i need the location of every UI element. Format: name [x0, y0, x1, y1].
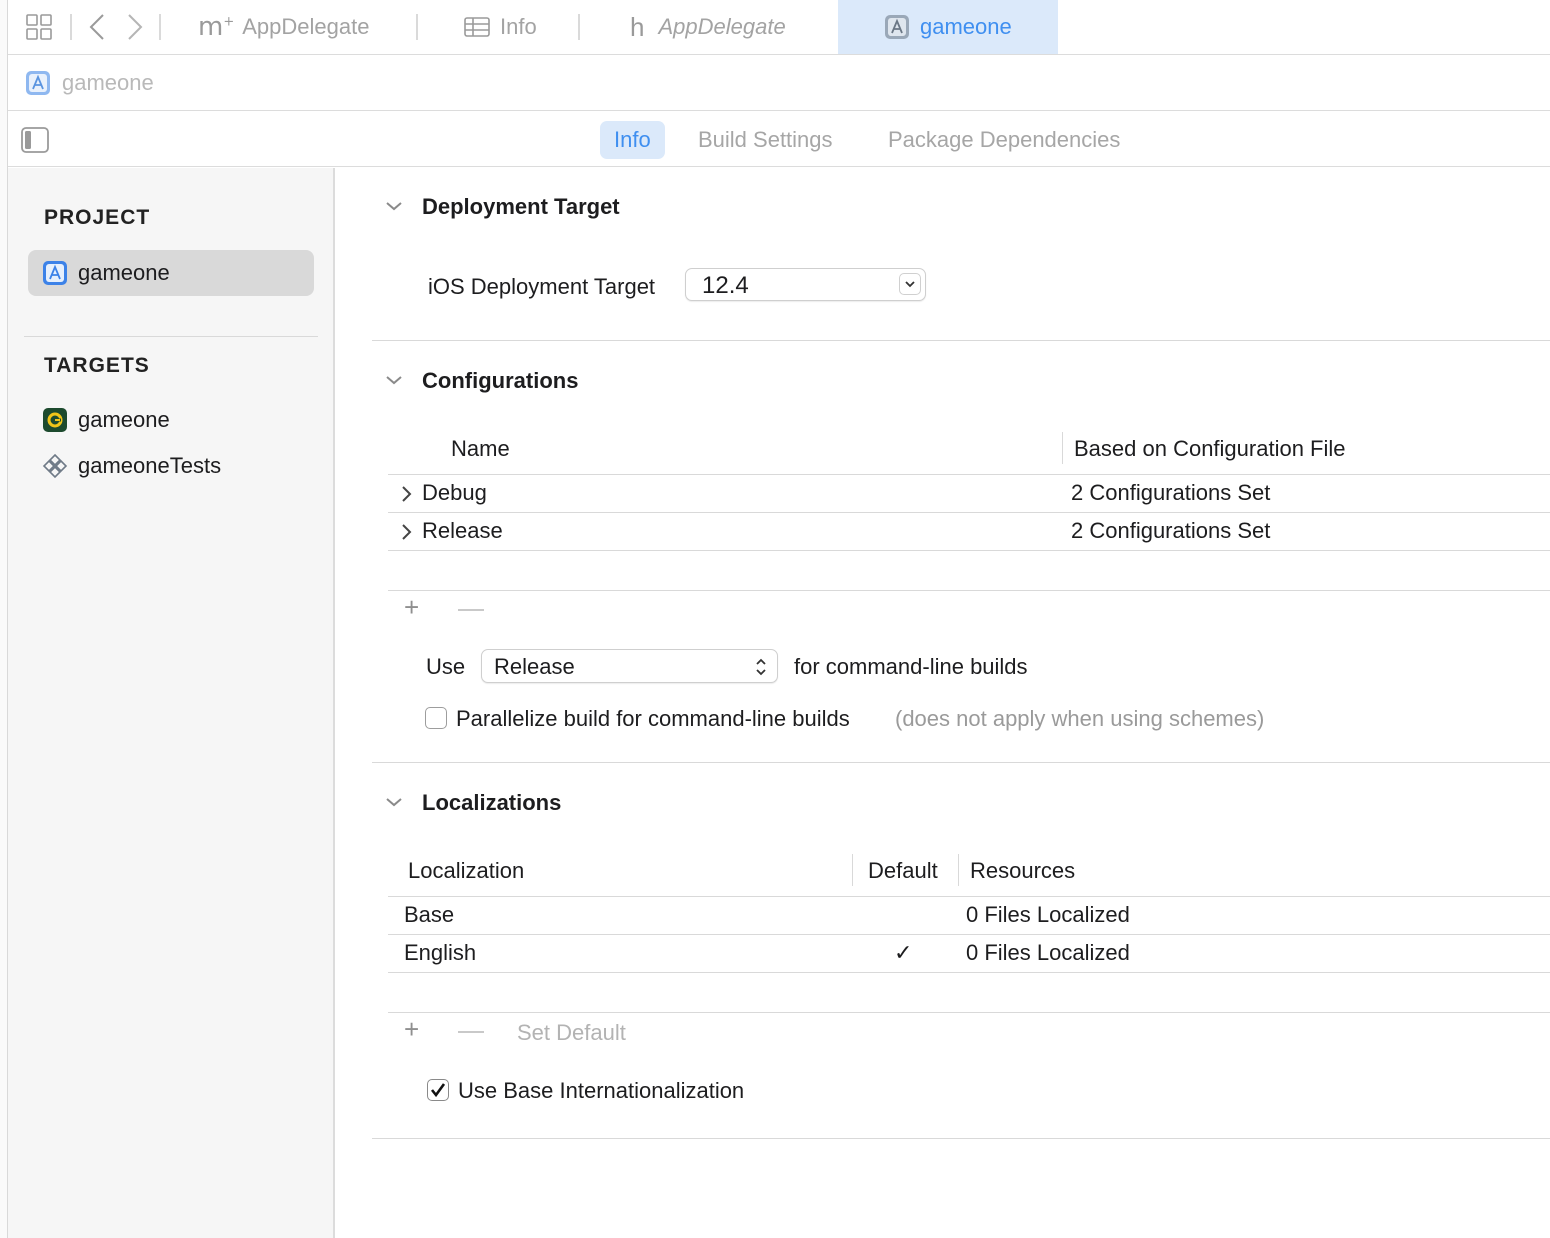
- resources-value: 0 Files Localized: [966, 902, 1130, 927]
- parallelize-note: (does not apply when using schemes): [895, 706, 1265, 731]
- ios-deployment-target-label: iOS Deployment Target: [428, 274, 656, 299]
- section-divider: [372, 340, 1550, 341]
- project-header: PROJECT: [44, 206, 151, 229]
- parallelize-checkbox[interactable]: [425, 707, 447, 729]
- tab-separator: [578, 14, 580, 40]
- remove-configuration-icon[interactable]: [458, 609, 484, 611]
- config-name: Release: [422, 518, 503, 543]
- back-chevron-icon[interactable]: [88, 12, 106, 47]
- use-suffix-label: for command-line builds: [794, 654, 1028, 679]
- remove-localization-icon[interactable]: [458, 1031, 484, 1033]
- default-check: ✓: [894, 940, 913, 965]
- table-bottom-border: [388, 590, 1550, 591]
- chevron-down-icon[interactable]: [899, 273, 921, 295]
- tab-label: AppDelegate: [658, 14, 786, 39]
- column-header-default[interactable]: Default: [868, 858, 938, 884]
- header-file-icon: h: [630, 11, 645, 42]
- xcodeproj-icon: [884, 14, 910, 40]
- row-border: [388, 512, 1550, 513]
- tab-label: AppDelegate: [242, 14, 370, 39]
- column-header-localization[interactable]: Localization: [408, 858, 524, 884]
- project-editor-segments: Info Build Settings Package Dependencies: [8, 111, 1550, 167]
- editor-tab-bar: m+ AppDelegate Info h AppDelegate gameon…: [8, 0, 1550, 55]
- column-header-resources[interactable]: Resources: [970, 858, 1075, 884]
- localization-name: English: [404, 940, 477, 965]
- row-border: [388, 550, 1550, 551]
- deployment-target-title: Deployment Target: [422, 194, 620, 219]
- tab-separator: [416, 14, 418, 40]
- disclosure-chevron-down-icon[interactable]: [385, 793, 403, 811]
- tab-label: gameone: [920, 14, 1012, 39]
- targets-header: TARGETS: [44, 354, 150, 377]
- column-header-name[interactable]: Name: [451, 436, 510, 462]
- forward-chevron-icon[interactable]: [126, 12, 144, 47]
- configurations-title: Configurations: [422, 368, 579, 393]
- popup-value: Release: [494, 654, 575, 679]
- parallelize-label[interactable]: Parallelize build for command-line build…: [456, 706, 850, 732]
- column-header-config-file[interactable]: Based on Configuration File: [1074, 436, 1346, 462]
- column-divider: [958, 854, 959, 886]
- row-border: [388, 972, 1550, 973]
- disclosure-chevron-right-icon[interactable]: [400, 485, 412, 508]
- disclosure-chevron-down-icon[interactable]: [385, 371, 403, 389]
- tab-appdelegate-m[interactable]: m+ AppDelegate: [198, 0, 418, 54]
- tab-label: Info: [500, 14, 537, 39]
- sidebar-item-label: gameone: [78, 260, 170, 285]
- command-line-config-popup[interactable]: Release: [481, 649, 778, 683]
- disclosure-chevron-down-icon[interactable]: [385, 197, 403, 215]
- sidebar-item-label: gameoneTests: [78, 453, 222, 478]
- tab-gameone-project[interactable]: gameone: [838, 0, 1058, 54]
- project-icon: [42, 260, 68, 286]
- sidebar-divider: [24, 336, 318, 337]
- localizations-title: Localizations: [422, 790, 562, 815]
- up-down-chevron-icon: [755, 657, 767, 682]
- base-internationalization-checkbox[interactable]: [427, 1079, 449, 1101]
- table-header-border: [388, 896, 1550, 897]
- add-configuration-icon[interactable]: +: [404, 592, 419, 623]
- breadcrumb-project[interactable]: gameone: [62, 70, 154, 96]
- related-items-grid-icon[interactable]: [25, 13, 53, 41]
- config-file-value: 2 Configurations Set: [1071, 480, 1271, 505]
- toggle-sidebar-icon[interactable]: [21, 127, 49, 158]
- tab-separator: [70, 14, 72, 40]
- combo-value: 12.4: [702, 272, 749, 299]
- column-divider: [1062, 432, 1063, 464]
- resources-value: 0 Files Localized: [966, 940, 1130, 965]
- table-icon: [464, 17, 490, 37]
- ios-deployment-target-combo[interactable]: 12.4: [685, 268, 926, 301]
- config-name: Debug: [422, 480, 487, 505]
- project-icon: [25, 70, 51, 101]
- tab-appdelegate-h[interactable]: h AppDelegate: [630, 0, 830, 54]
- test-target-icon: [42, 453, 68, 479]
- segment-info[interactable]: Info: [600, 121, 665, 159]
- localization-name: Base: [404, 902, 455, 927]
- set-default-button[interactable]: Set Default: [517, 1020, 626, 1046]
- section-divider: [372, 762, 1550, 763]
- app-target-icon: [42, 407, 68, 433]
- window-left-edge: [0, 0, 8, 1238]
- table-bottom-border: [388, 1012, 1550, 1013]
- section-divider: [372, 1138, 1550, 1139]
- segment-build-settings[interactable]: Build Settings: [684, 121, 847, 159]
- row-border: [388, 934, 1550, 935]
- column-divider: [852, 854, 853, 886]
- sidebar-item-project-gameone[interactable]: gameone: [28, 250, 314, 296]
- objc-file-icon: m+: [198, 12, 235, 42]
- disclosure-chevron-right-icon[interactable]: [400, 523, 412, 546]
- sidebar-item-target-gameonetests[interactable]: gameoneTests: [28, 443, 314, 489]
- table-header-border: [388, 474, 1550, 475]
- config-file-value: 2 Configurations Set: [1071, 518, 1271, 543]
- use-prefix-label: Use: [426, 654, 466, 679]
- breadcrumb: gameone: [8, 55, 1550, 111]
- sidebar-item-target-gameone[interactable]: gameone: [28, 397, 314, 443]
- sidebar-item-label: gameone: [78, 407, 170, 432]
- tab-separator: [159, 14, 161, 40]
- segment-package-dependencies[interactable]: Package Dependencies: [874, 121, 1134, 159]
- project-targets-sidebar: PROJECT gameone TARGETS gameone gameoneT…: [8, 168, 335, 1238]
- base-internationalization-label[interactable]: Use Base Internationalization: [458, 1078, 744, 1104]
- tab-info-plist[interactable]: Info: [464, 0, 584, 54]
- add-localization-icon[interactable]: +: [404, 1014, 419, 1045]
